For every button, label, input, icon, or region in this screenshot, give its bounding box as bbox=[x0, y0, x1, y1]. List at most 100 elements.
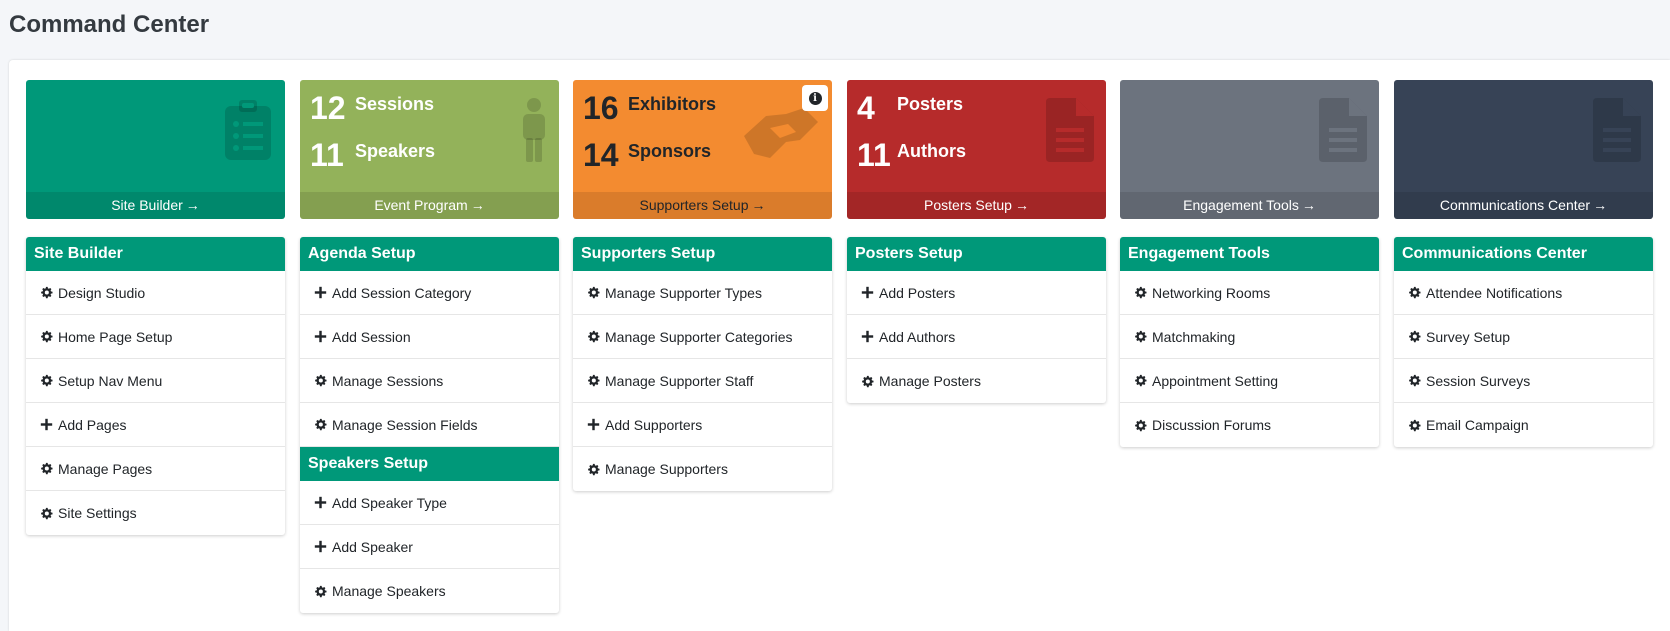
menu-item-add-session[interactable]: Add Session bbox=[300, 315, 559, 359]
menu-item-manage-sessions[interactable]: Manage Sessions bbox=[300, 359, 559, 403]
arrow-right-icon: → bbox=[470, 197, 485, 213]
tile-footer-link[interactable]: Communications Center → bbox=[1394, 192, 1653, 219]
column-supporters: 16 Exhibitors 14 Sponsors i Supporters S… bbox=[573, 80, 832, 491]
menu-item-design-studio[interactable]: Design Studio bbox=[26, 271, 285, 315]
page-title: Command Center bbox=[9, 11, 210, 38]
stat-label: Speakers bbox=[355, 140, 436, 161]
menu-item-add-session-category[interactable]: Add Session Category bbox=[300, 271, 559, 315]
menu-item-matchmaking[interactable]: Matchmaking bbox=[1120, 315, 1379, 359]
menu-item-label: Appointment Setting bbox=[1152, 372, 1279, 389]
menu-item-site-settings[interactable]: Site Settings bbox=[26, 491, 285, 535]
menu-item-discussion-forums[interactable]: Discussion Forums bbox=[1120, 403, 1379, 447]
gear-icon bbox=[1408, 419, 1426, 432]
menu-item-add-pages[interactable]: Add Pages bbox=[26, 403, 285, 447]
menu-item-label: Email Campaign bbox=[1426, 417, 1529, 433]
menu-item-manage-posters[interactable]: Manage Posters bbox=[847, 359, 1106, 403]
card-communications-center: Communications Center Attendee Notificat… bbox=[1394, 237, 1653, 447]
gear-icon bbox=[314, 374, 332, 387]
menu-item-add-posters[interactable]: Add Posters bbox=[847, 271, 1106, 315]
stat-posters: 4 Posters bbox=[857, 88, 963, 128]
tile-footer-link[interactable]: Engagement Tools → bbox=[1120, 192, 1379, 219]
menu-item-label: Add Session Category bbox=[332, 284, 472, 301]
menu-item-networking-rooms[interactable]: Networking Rooms bbox=[1120, 271, 1379, 315]
menu-item-manage-supporters[interactable]: Manage Supporters bbox=[573, 447, 832, 491]
menu-item-manage-speakers[interactable]: Manage Speakers bbox=[300, 569, 559, 613]
file-icon bbox=[1319, 98, 1367, 167]
stat-number: 4 bbox=[857, 89, 875, 126]
menu-item-label: Discussion Forums bbox=[1152, 417, 1272, 433]
gear-icon bbox=[587, 463, 605, 476]
menu-item-label: Add Supporters bbox=[605, 416, 703, 433]
column-engagement-tools: Engagement Tools → Engagement Tools Netwo… bbox=[1120, 80, 1379, 447]
plus-icon bbox=[40, 418, 58, 431]
menu-item-manage-session-fields[interactable]: Manage Session Fields bbox=[300, 403, 559, 447]
menu-item-appointment-setting[interactable]: Appointment Setting bbox=[1120, 359, 1379, 403]
column-posters: 4 Posters 11 Authors Posters Setup → Post… bbox=[847, 80, 1106, 403]
arrow-right-icon: → bbox=[1593, 197, 1608, 213]
menu-item-add-speaker[interactable]: Add Speaker bbox=[300, 525, 559, 569]
card-engagement-tools: Engagement Tools Networking Rooms Matchm… bbox=[1120, 237, 1379, 447]
tile-footer-label: Posters Setup bbox=[924, 197, 1012, 213]
menu-item-label: Site Settings bbox=[58, 505, 137, 521]
card-agenda-setup: Agenda Setup Add Session Category Add Se… bbox=[300, 237, 559, 613]
tile-footer-link[interactable]: Site Builder → bbox=[26, 192, 285, 219]
card-title: Communications Center bbox=[1394, 237, 1653, 271]
stat-label: Exhibitors bbox=[628, 93, 717, 114]
card-title: Engagement Tools bbox=[1120, 237, 1379, 271]
gear-icon bbox=[40, 330, 58, 343]
clipboard-list-icon bbox=[223, 98, 273, 167]
menu-item-label: Manage Pages bbox=[58, 460, 153, 477]
gear-icon bbox=[861, 375, 879, 388]
gear-icon bbox=[314, 418, 332, 431]
tile-supporters-setup[interactable]: 16 Exhibitors 14 Sponsors i Supporters S… bbox=[573, 80, 832, 219]
gear-icon bbox=[1408, 330, 1426, 343]
user-icon bbox=[521, 98, 547, 167]
stat-label: Authors bbox=[897, 140, 966, 161]
stat-authors: 11 Authors bbox=[857, 135, 966, 175]
gear-icon bbox=[40, 286, 58, 299]
menu-item-manage-supporter-categories[interactable]: Manage Supporter Categories bbox=[573, 315, 832, 359]
stat-label: Posters bbox=[897, 93, 964, 114]
gear-icon bbox=[1134, 374, 1152, 387]
menu-item-email-campaign[interactable]: Email Campaign bbox=[1394, 403, 1653, 447]
menu-item-manage-pages[interactable]: Manage Pages bbox=[26, 447, 285, 491]
tile-event-program[interactable]: 12 Sessions 11 Speakers Event Program → bbox=[300, 80, 559, 219]
plus-icon bbox=[861, 330, 879, 343]
menu-item-label: Add Authors bbox=[879, 328, 956, 345]
menu-item-label: Matchmaking bbox=[1152, 328, 1236, 345]
menu-item-session-surveys[interactable]: Session Surveys bbox=[1394, 359, 1653, 403]
tile-site-builder[interactable]: Site Builder → bbox=[26, 80, 285, 219]
menu-item-attendee-notifications[interactable]: Attendee Notifications bbox=[1394, 271, 1653, 315]
menu-item-add-authors[interactable]: Add Authors bbox=[847, 315, 1106, 359]
stat-speakers: 11 Speakers bbox=[310, 135, 435, 175]
tile-communications-center[interactable]: Communications Center → bbox=[1394, 80, 1653, 219]
stat-number: 14 bbox=[583, 136, 619, 173]
info-button[interactable]: i bbox=[802, 85, 828, 111]
menu-item-label: Manage Sessions bbox=[332, 372, 444, 389]
menu-item-setup-nav-menu[interactable]: Setup Nav Menu bbox=[26, 359, 285, 403]
menu-item-manage-supporter-staff[interactable]: Manage Supporter Staff bbox=[573, 359, 832, 403]
menu-item-label: Session Surveys bbox=[1426, 372, 1531, 389]
gear-icon bbox=[314, 585, 332, 598]
tile-posters-setup[interactable]: 4 Posters 11 Authors Posters Setup → bbox=[847, 80, 1106, 219]
card-title: Posters Setup bbox=[847, 237, 1106, 271]
menu-item-home-page-setup[interactable]: Home Page Setup bbox=[26, 315, 285, 359]
tile-footer-link[interactable]: Posters Setup → bbox=[847, 192, 1106, 219]
menu-item-add-speaker-type[interactable]: Add Speaker Type bbox=[300, 481, 559, 525]
gear-icon bbox=[587, 330, 605, 343]
menu-item-label: Add Speaker Type bbox=[332, 494, 447, 511]
menu-item-add-supporters[interactable]: Add Supporters bbox=[573, 403, 832, 447]
menu-item-label: Manage Supporters bbox=[605, 461, 728, 477]
card-title: Site Builder bbox=[26, 237, 285, 271]
menu-item-survey-setup[interactable]: Survey Setup bbox=[1394, 315, 1653, 359]
menu-item-manage-supporter-types[interactable]: Manage Supporter Types bbox=[573, 271, 832, 315]
gear-icon bbox=[1134, 419, 1152, 432]
stat-number: 11 bbox=[857, 136, 891, 173]
tile-engagement-tools[interactable]: Engagement Tools → bbox=[1120, 80, 1379, 219]
menu-item-label: Networking Rooms bbox=[1152, 284, 1271, 301]
tile-footer-link[interactable]: Supporters Setup → bbox=[573, 192, 832, 219]
plus-icon bbox=[587, 418, 605, 431]
card-supporters-setup: Supporters Setup Manage Supporter Types … bbox=[573, 237, 832, 491]
tile-footer-link[interactable]: Event Program → bbox=[300, 192, 559, 219]
stat-label: Sessions bbox=[355, 93, 435, 114]
